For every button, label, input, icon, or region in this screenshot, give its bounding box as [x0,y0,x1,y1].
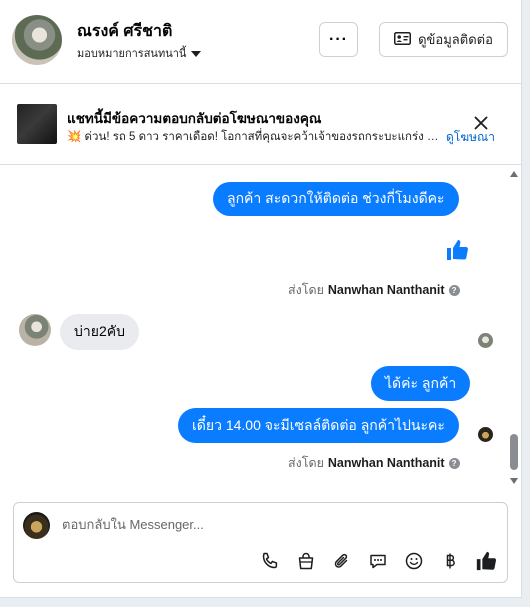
message-bubble-outgoing[interactable]: เดี๋ยว 14.00 จะมีเซลล์ติดต่อ ลูกค้าไปนะค… [178,408,459,443]
shopping-bag-icon[interactable] [295,550,317,572]
sent-by-prefix: ส่งโดย [288,283,324,297]
ad-banner-subtitle: 💥 ด่วน! รถ 5 ดาว ราคาเดือด! โอกาสที่คุณจ… [67,128,442,146]
message-list[interactable]: ลูกค้า สะดวกให้ติดต่อ ช่วงกี่โมงดีคะ ส่ง… [0,166,506,496]
ad-banner-subtitle-text: ด่วน! รถ 5 ดาว ราคาเดือด! โอกาสที่คุณจะค… [84,131,442,143]
baht-icon[interactable] [439,550,461,572]
question-icon[interactable]: ? [448,457,460,469]
conversation-header: ณรงค์ ศรีชาติ มอบหมายการสนทนานี้ ··· ดูข… [0,0,522,84]
phone-icon[interactable] [259,550,281,572]
seen-avatar [478,427,493,442]
paperclip-icon[interactable] [331,550,353,572]
scroll-up-icon[interactable] [510,171,518,177]
sent-by-label: ส่งโดย Nanwhan Nanthanit ? [288,280,460,300]
assign-label: มอบหมายการสนทนานี้ [77,48,187,60]
message-scrollbar[interactable] [506,166,522,496]
emoji-icon[interactable] [403,550,425,572]
page-avatar [23,512,50,539]
contact-avatar[interactable] [12,15,62,65]
saved-reply-icon[interactable] [367,550,389,572]
reply-composer [13,502,508,583]
composer-toolbar [259,550,497,572]
sent-by-name: Nanwhan Nanthanit [327,283,445,297]
explosion-icon: 💥 [67,131,82,143]
conversation-panel: ณรงค์ ศรีชาติ มอบหมายการสนทนานี้ ··· ดูข… [0,0,522,598]
ad-reply-banner: แชทนี้มีข้อความตอบกลับต่อโฆษณาของคุณ 💥 ด… [0,85,522,165]
reply-input[interactable] [62,517,482,532]
sent-by-prefix: ส่งโดย [288,456,324,470]
ad-banner-title: แชทนี้มีข้อความตอบกลับต่อโฆษณาของคุณ [67,111,322,126]
caret-down-icon [191,50,202,57]
scrollbar-thumb[interactable] [510,434,518,470]
contact-card-icon [394,31,412,48]
contact-avatar-small[interactable] [19,314,51,346]
message-bubble-outgoing[interactable]: ลูกค้า สะดวกให้ติดต่อ ช่วงกี่โมงดีคะ [213,182,459,216]
close-icon[interactable] [474,116,488,135]
ad-thumbnail [17,104,57,144]
view-contact-info-label: ดูข้อมูลติดต่อ [418,32,493,47]
sent-by-label: ส่งโดย Nanwhan Nanthanit ? [288,453,460,473]
question-icon[interactable]: ? [448,284,460,296]
more-options-button[interactable]: ··· [319,22,358,57]
assign-conversation-dropdown[interactable]: มอบหมายการสนทนานี้ [77,44,202,62]
sent-by-name: Nanwhan Nanthanit [327,456,445,470]
message-bubble-incoming[interactable]: บ่าย2คับ [60,314,139,350]
message-bubble-outgoing[interactable]: ได้ค่ะ ลูกค้า [371,366,471,401]
thumbs-up-icon[interactable] [475,550,497,572]
view-contact-info-button[interactable]: ดูข้อมูลติดต่อ [379,22,508,57]
contact-name[interactable]: ณรงค์ ศรีชาติ [77,19,172,44]
thumbs-up-icon[interactable] [445,238,469,267]
seen-avatar [478,333,493,348]
scroll-down-icon[interactable] [510,478,518,484]
